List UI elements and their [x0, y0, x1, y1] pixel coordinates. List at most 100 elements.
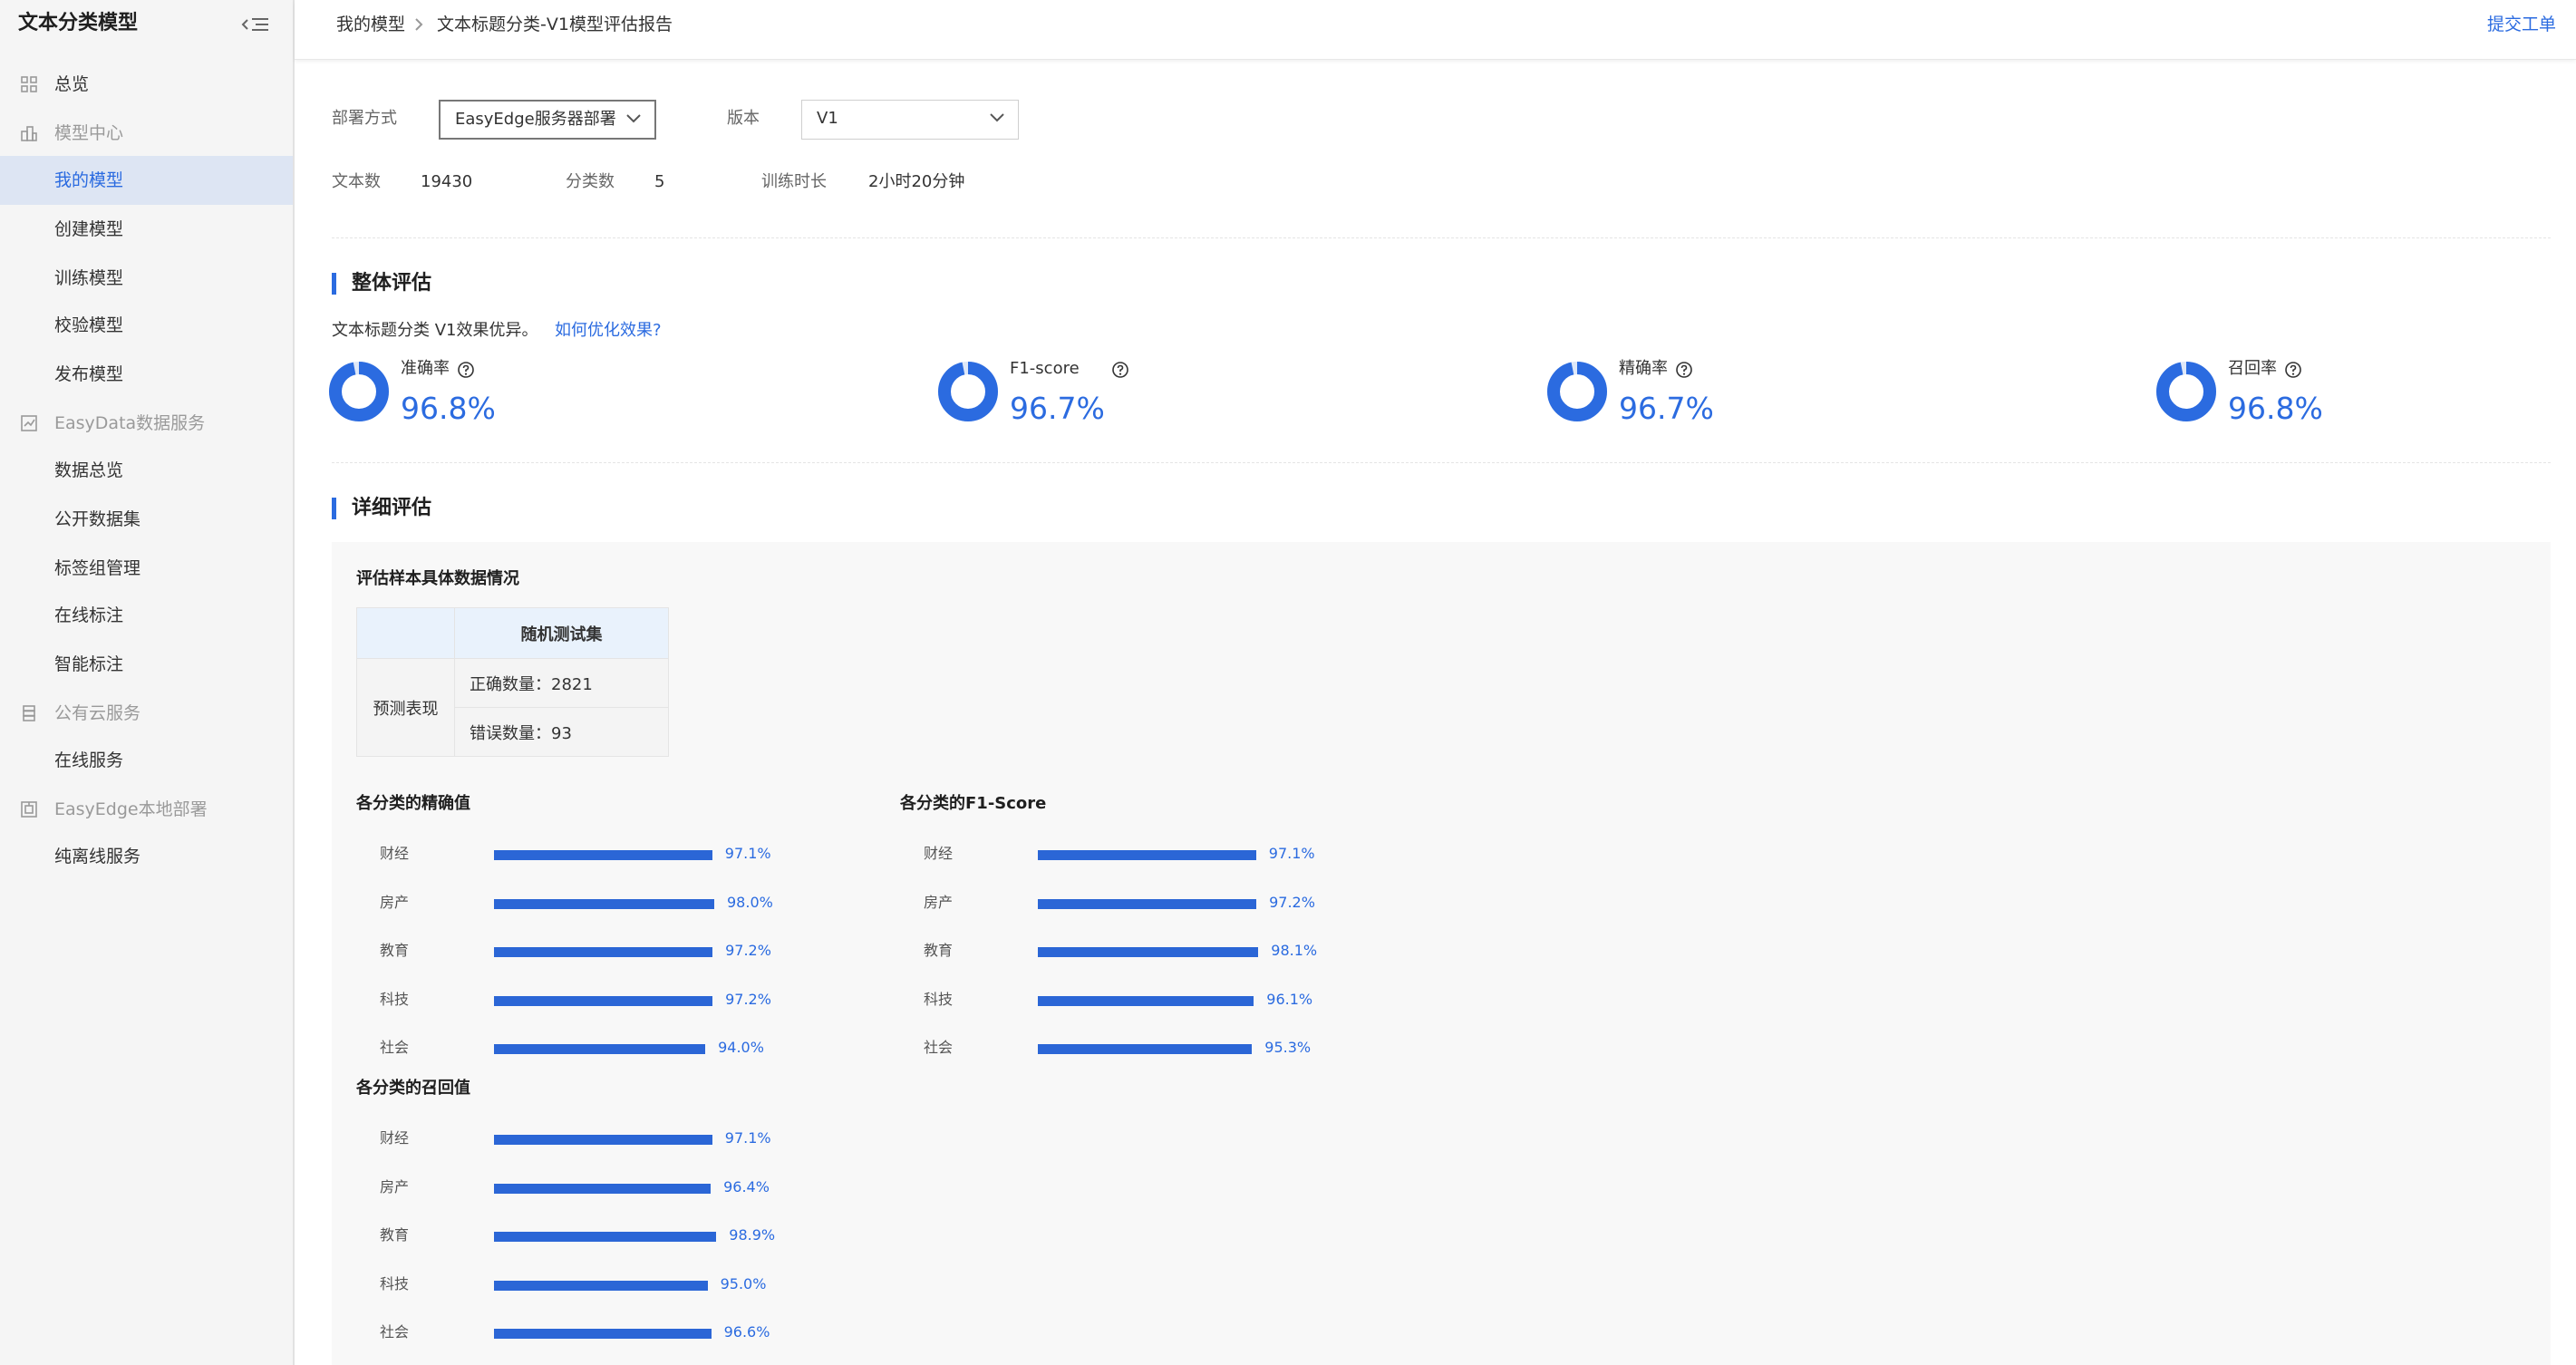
sidebar-item-2[interactable]: 我的模型 [0, 156, 293, 205]
sidebar-item-16[interactable]: 纯离线服务 [0, 832, 293, 881]
breadcrumb-my-models[interactable]: 我的模型 [336, 13, 405, 36]
sidebar-item-6[interactable]: 发布模型 [0, 350, 293, 399]
eval-sample-table: 随机测试集 预测表现 正确数量：2821 错误数量：93 [356, 607, 669, 757]
sidebar-item-10[interactable]: 标签组管理 [0, 544, 293, 593]
divider [332, 462, 2551, 463]
chart-icon [21, 415, 37, 431]
deploy-method-label: 部署方式 [332, 109, 397, 128]
sidebar-item-11[interactable]: 在线标注 [0, 591, 293, 640]
metric-name: 准确率 [401, 359, 450, 378]
bar [494, 1281, 708, 1291]
value-label: 98.0% [727, 894, 773, 911]
sidebar-item-12[interactable]: 智能标注 [0, 640, 293, 689]
overall-eval-title: 整体评估 [332, 270, 431, 297]
bar [494, 850, 712, 860]
help-icon[interactable] [1111, 361, 1129, 379]
sidebar-item-14[interactable]: 在线服务 [0, 736, 293, 785]
sidebar-group-7[interactable]: EasyData数据服务 [0, 399, 293, 448]
optimize-link[interactable]: 如何优化效果? [555, 319, 662, 343]
metric-card: 精确率 96.7% [1546, 355, 1927, 437]
text-count-label: 文本数 [332, 172, 381, 191]
category-label: 科技 [380, 991, 410, 1008]
sidebar-item-8[interactable]: 数据总览 [0, 446, 293, 495]
sidebar-item-5[interactable]: 校验模型 [0, 301, 293, 350]
sidebar-item-label: 公有云服务 [54, 703, 141, 723]
chevron-right-icon [415, 18, 423, 31]
sidebar-item-label: 纯离线服务 [54, 847, 141, 866]
bar-track [494, 1184, 719, 1194]
sidebar-item-3[interactable]: 创建模型 [0, 205, 293, 254]
category-label: 教育 [380, 1226, 410, 1244]
value-label: 97.2% [725, 991, 771, 1008]
chart-title: 各分类的F1-Score [900, 794, 1047, 813]
sidebar-item-label: EasyData数据服务 [54, 413, 206, 433]
bar-track [494, 1044, 719, 1054]
class-count-value: 5 [654, 172, 665, 191]
deploy-method-select[interactable]: EasyEdge服务器部署 [439, 100, 656, 140]
bar-track [494, 850, 719, 860]
bar-row: 教育 97.2% [380, 938, 771, 965]
category-label: 房产 [924, 894, 954, 911]
bar [1038, 850, 1256, 860]
bar-row: 社会 94.0% [380, 1035, 764, 1062]
version-select[interactable]: V1 [801, 100, 1019, 140]
bar-row: 财经 97.1% [380, 841, 771, 868]
metric-name: 召回率 [2228, 359, 2277, 378]
train-time-value: 2小时20分钟 [868, 172, 965, 191]
app-title: 文本分类模型 [18, 12, 139, 34]
bar-row: 房产 96.4% [380, 1175, 770, 1202]
sidebar-item-label: 发布模型 [54, 364, 124, 384]
wrong-count-cell: 错误数量：93 [454, 707, 669, 757]
top-bar: 我的模型 文本标题分类-V1模型评估报告 提交工单 [295, 0, 2576, 60]
sidebar-item-label: 公开数据集 [54, 509, 141, 529]
bar [494, 1329, 712, 1339]
sidebar-item-0[interactable]: 总览 [0, 60, 293, 109]
class-count-label: 分类数 [566, 172, 615, 191]
bar [494, 1232, 717, 1242]
bar [494, 1135, 712, 1145]
bar [1038, 947, 1259, 957]
donut-chart-icon [329, 362, 389, 421]
help-icon[interactable] [1675, 361, 1693, 379]
value-label: 95.3% [1264, 1039, 1312, 1056]
sidebar-item-9[interactable]: 公开数据集 [0, 495, 293, 544]
sidebar-group-15[interactable]: EasyEdge本地部署 [0, 785, 293, 834]
chevron-down-icon [626, 114, 641, 123]
help-icon[interactable] [457, 361, 475, 379]
sidebar: 文本分类模型 总览模型中心我的模型创建模型训练模型校验模型发布模型 EasyDat… [0, 0, 295, 1365]
category-label: 房产 [380, 894, 410, 911]
metric-card: 召回率 96.8% [2155, 355, 2536, 437]
bar [494, 996, 713, 1006]
submit-ticket-link[interactable]: 提交工单 [2487, 13, 2556, 36]
sidebar-item-4[interactable]: 训练模型 [0, 254, 293, 303]
bar [1038, 996, 1254, 1006]
bar-row: 财经 97.1% [924, 841, 1315, 868]
sidebar-item-label: 模型中心 [54, 123, 124, 143]
value-label: 96.1% [1266, 991, 1313, 1008]
bar-row: 科技 97.2% [380, 987, 771, 1014]
bar-track [1038, 850, 1263, 860]
bar [1038, 1044, 1253, 1054]
bar-row: 教育 98.1% [924, 938, 1317, 965]
collapse-menu-icon[interactable] [239, 11, 272, 38]
category-label: 教育 [380, 942, 410, 959]
bar [494, 899, 714, 909]
chart-title: 各分类的精确值 [356, 794, 470, 813]
divider [332, 237, 2551, 238]
sidebar-item-label: 在线标注 [54, 605, 124, 625]
sample-data-title: 评估样本具体数据情况 [356, 569, 519, 588]
sidebar-item-label: 校验模型 [54, 315, 124, 335]
bar [494, 947, 713, 957]
bar-row: 财经 97.1% [380, 1126, 771, 1153]
sidebar-header: 文本分类模型 [0, 0, 293, 49]
sidebar-item-label: 创建模型 [54, 219, 124, 239]
sidebar-item-label: 总览 [54, 74, 90, 94]
sidebar-item-label: 我的模型 [54, 170, 124, 190]
chip-icon [21, 801, 37, 818]
sidebar-item-label: 标签组管理 [54, 558, 141, 578]
sidebar-group-13[interactable]: 公有云服务 [0, 689, 293, 738]
bar-track [1038, 996, 1263, 1006]
help-icon[interactable] [2284, 361, 2302, 379]
bar-row: 房产 97.2% [924, 890, 1315, 917]
sidebar-group-1[interactable]: 模型中心 [0, 109, 293, 158]
